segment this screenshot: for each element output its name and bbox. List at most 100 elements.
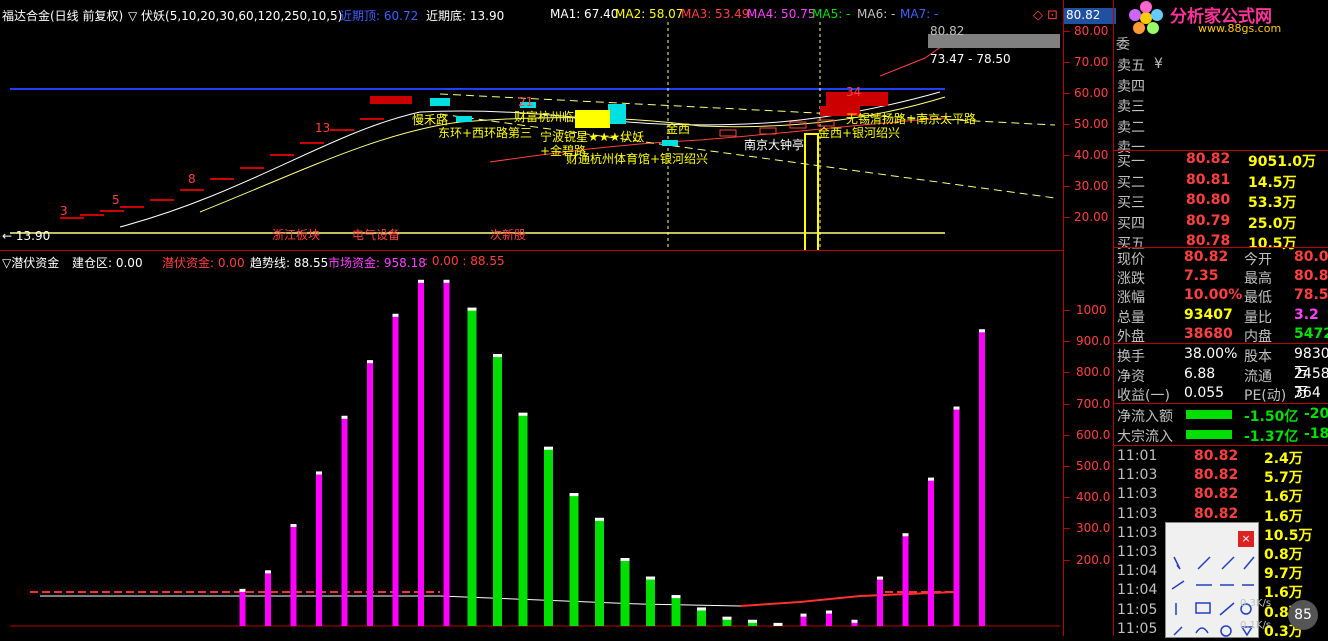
stat-label-2: 量比 [1244, 309, 1272, 326]
stat-row[interactable]: 涨幅 10.00% 最低 78.5 [1114, 286, 1328, 306]
buy-row[interactable]: 买三 80.80 53.3万 [1114, 191, 1328, 211]
buy-price: 80.79 [1186, 212, 1231, 229]
price-tick-mark [1064, 124, 1070, 125]
logo: 分析家公式网 www.88gs.com [1128, 0, 1328, 36]
trade-tick-row[interactable]: 11:03 80.82 1.6万 [1114, 485, 1328, 505]
tick-volume: 0.8万 [1264, 547, 1303, 563]
sell-label: 卖三 [1117, 99, 1145, 115]
price-tick-mark [1064, 155, 1070, 156]
funds-bar-cap [877, 576, 883, 580]
price-tick: 80.00 [1074, 24, 1109, 38]
stat-row[interactable]: 现价 80.82 今开 80.0 [1114, 248, 1328, 268]
stat2-label-2: PE(动) [1244, 388, 1287, 404]
tick-time: 11:03 [1117, 544, 1158, 560]
stat-label-2: 今开 [1244, 252, 1272, 268]
price-tick: 30.00 [1074, 179, 1109, 193]
funds-bar-cap [392, 313, 399, 317]
funds-bar-cap [290, 524, 297, 527]
funds-tick-mark [1064, 434, 1070, 436]
funds-bar-cap [569, 493, 579, 497]
fib-34: 34 [846, 85, 862, 99]
stat-value: 38680 [1184, 325, 1233, 342]
buy-row[interactable]: 买一 80.82 9051.0万 [1114, 150, 1328, 170]
stat-row[interactable]: 外盘38680内盘5472 [1114, 325, 1328, 345]
funds-bar-cap [493, 354, 502, 357]
stat2-value: 6.88 [1184, 365, 1216, 382]
tick-time: 11:04 [1117, 563, 1158, 580]
funds-bar-cap [265, 570, 271, 574]
red-block-1 [370, 96, 412, 104]
stat-row[interactable]: 涨跌 7.35 最高 80.8 [1114, 267, 1328, 287]
buy-row[interactable]: 买四 80.79 25.0万 [1114, 212, 1328, 232]
funds-bar-cap [979, 329, 985, 333]
funds-bar-cap [316, 471, 322, 475]
funds-tick: 300.0 [1076, 521, 1111, 536]
buy-row[interactable]: 买二 80.81 14.5万 [1114, 171, 1328, 191]
price-axis: 80.82 80.00 70.00 60.00 50.00 40.00 30.00 20.0… [1063, 0, 1116, 636]
price-tick-mark [1064, 186, 1070, 187]
tick-time: 11:05 [1117, 601, 1158, 618]
funds-bar [979, 329, 985, 626]
funds-bar [544, 446, 553, 626]
sector-label-2: 电气设备 [352, 228, 401, 242]
chart-area[interactable]: 福达合金(日线 前复权) ▽ 伏妖(5,10,20,30,60,120,250,… [0, 0, 1065, 636]
price-tick-mark [1064, 217, 1070, 218]
sell-row[interactable]: 卖五 [1114, 54, 1328, 74]
funds-bar-cap [748, 619, 757, 623]
funds-tick-mark [1064, 310, 1070, 311]
funds-tick-mark [1064, 341, 1070, 343]
stat2-row[interactable]: 收益(一) 0.055 PE(动) 364 [1114, 384, 1328, 404]
sell-row[interactable]: 卖二 [1114, 116, 1328, 136]
stat-value-2: 5472 [1294, 325, 1328, 342]
annotation-5: ★★★伏妖 [588, 130, 645, 144]
stat-row[interactable]: 总量 93407 量比 3.2 [1114, 306, 1328, 326]
funds-bar-cap [595, 517, 604, 521]
funds-bar [341, 415, 348, 626]
funds-bar [493, 354, 502, 626]
flow-extra: -20 [1304, 406, 1328, 422]
fib-21: 21 [518, 95, 534, 109]
diamond-icon[interactable]: ◇ ⊡ [1033, 8, 1058, 23]
price-tick-mark [1064, 62, 1070, 63]
stat-label: 现价 [1117, 252, 1145, 268]
tick-volume: 1.6万 [1264, 508, 1303, 525]
stat2-row[interactable]: 净资 6.88 流通 2458万 [1114, 365, 1328, 401]
trade-tick-row[interactable]: 11:01 80.82 2.4万 [1114, 447, 1328, 467]
funds-bar-cap [671, 595, 681, 599]
funds-bar-chart[interactable] [0, 268, 1063, 636]
tick-price: 80.82 [1194, 467, 1239, 484]
annotation-11: 金西+银河绍兴 [818, 126, 901, 140]
funds-bar [877, 576, 883, 626]
buy-label: 买三 [1117, 195, 1145, 211]
stat2-row[interactable]: 换手 38.00% 股本 9830万 [1114, 345, 1328, 381]
flow-label: 大宗流入 [1117, 429, 1173, 445]
funds-tick-mark [1064, 372, 1070, 374]
funds-tick-mark [1064, 528, 1070, 530]
stat2-value: 0.055 [1184, 385, 1225, 401]
tick-time: 11:04 [1117, 582, 1158, 599]
funds-bar [953, 406, 960, 626]
sell-row[interactable]: 卖四 [1114, 75, 1328, 95]
tick-volume: 2.4万 [1264, 451, 1303, 467]
cyan-candle-1 [430, 98, 450, 106]
funds-bar [265, 570, 271, 626]
stat2-label-2: 流通 [1244, 368, 1272, 385]
funds-bar-cap [467, 307, 477, 311]
funds-bar [467, 307, 477, 626]
funds-bar [290, 524, 297, 626]
flow-value: -1.37亿 [1244, 429, 1299, 445]
low-mark-label: ← 13.90 [2, 229, 51, 243]
fib-8: 8 [188, 172, 196, 186]
flow-extra: -18 [1304, 426, 1328, 442]
ma-item-4: MA4: 50.75 [747, 7, 816, 21]
trade-tick-row[interactable]: 11:03 80.82 5.7万 [1114, 466, 1328, 486]
candle [662, 140, 678, 146]
speed-down: 0.1K/s [1240, 620, 1272, 631]
trade-tick-row[interactable]: 11:03 80.82 1.6万 [1114, 505, 1328, 525]
funds-bar-cap [620, 558, 630, 561]
funds-bar [316, 471, 322, 626]
network-badge[interactable]: 85 [1288, 600, 1318, 630]
yen-symbol: ¥ [1154, 56, 1163, 72]
sell-row[interactable]: 卖三 [1114, 95, 1328, 115]
price-tick: 40.00 [1074, 148, 1109, 162]
